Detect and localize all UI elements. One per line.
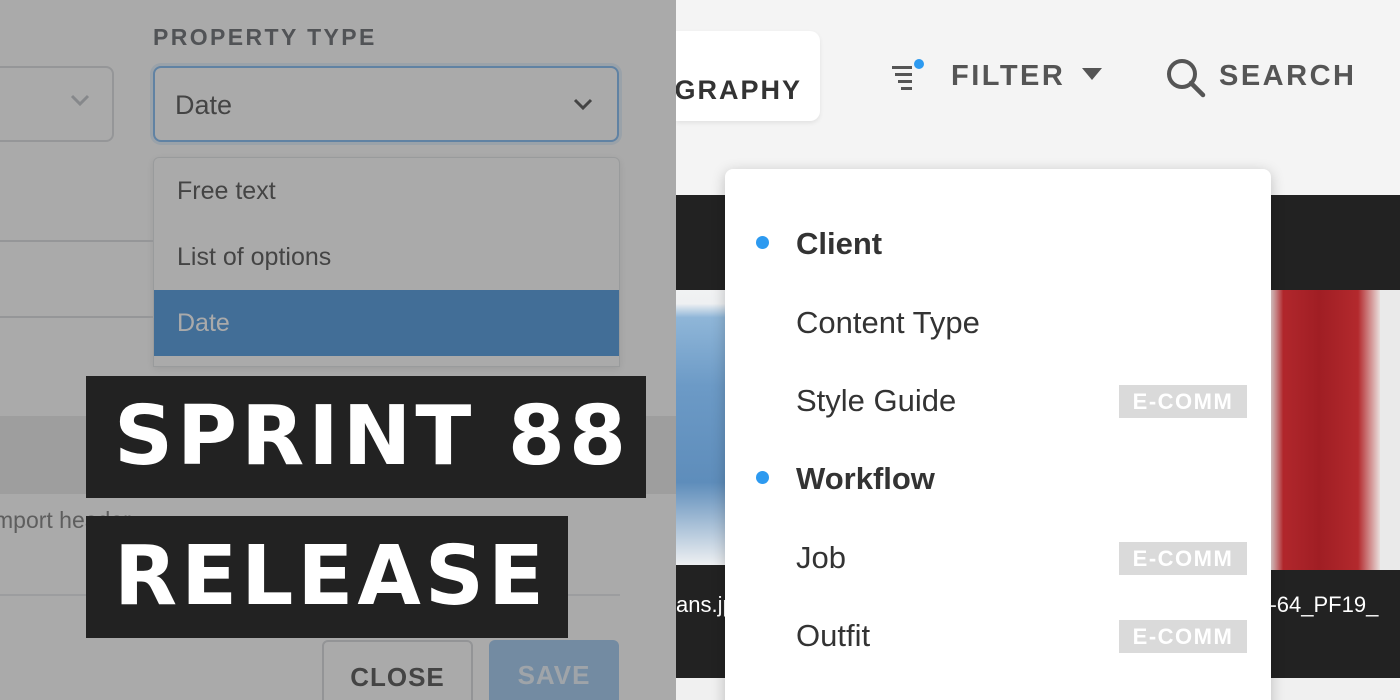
filter-item-label: Content Type <box>796 305 980 340</box>
filter-icon[interactable] <box>890 58 926 94</box>
chevron-down-icon <box>70 94 90 107</box>
tab-photography[interactable]: GRAPHY <box>676 31 820 121</box>
filter-menu: Client Content Type Style Guide E-COMM W… <box>725 169 1271 700</box>
property-type-value: Date <box>175 90 233 120</box>
filter-item-label: Job <box>796 540 846 575</box>
chevron-down-icon <box>573 98 593 111</box>
filter-item-client[interactable]: Client <box>725 212 1271 272</box>
option-date[interactable]: Date <box>154 290 619 356</box>
title-banner-line1: SPRINT 88 <box>86 376 646 498</box>
filter-button-label[interactable]: FILTER <box>951 60 1065 93</box>
save-button[interactable]: SAVE <box>489 640 619 700</box>
thumbnail-caption: V-64_PF19_ <box>1256 592 1379 617</box>
property-type-label: PROPERTY TYPE <box>153 24 377 50</box>
tab-label: GRAPHY <box>676 75 802 105</box>
filter-item-label: Style Guide <box>796 383 957 418</box>
property-type-select[interactable]: Date <box>153 66 619 142</box>
thumbnail-jeans[interactable] <box>676 290 728 565</box>
caret-down-icon[interactable] <box>1082 68 1102 80</box>
filter-item-label: Workflow <box>796 461 935 496</box>
gallery-panel: GRAPHY FILTER SEARCH ans.jp V-64_PF19_ C… <box>676 0 1400 700</box>
filter-item-style-guide[interactable]: Style Guide E-COMM <box>725 369 1271 429</box>
filter-item-job[interactable]: Job E-COMM <box>725 526 1271 586</box>
active-dot-icon <box>756 236 769 249</box>
filter-item-outfit[interactable]: Outfit E-COMM <box>725 604 1271 664</box>
filter-item-label: Client <box>796 226 883 261</box>
field-divider <box>0 240 153 242</box>
active-dot-icon <box>756 471 769 484</box>
property-type-menu: Free text List of options Date <box>153 157 620 367</box>
filter-item-workflow[interactable]: Workflow <box>725 447 1271 507</box>
thumbnail-edge <box>1380 290 1400 570</box>
filter-item-content-type[interactable]: Content Type <box>725 291 1271 351</box>
thumbnail-red-outfit[interactable] <box>1270 290 1380 570</box>
search-icon[interactable] <box>1164 56 1208 100</box>
ecomm-badge: E-COMM <box>1119 385 1247 418</box>
title-banner-line2: RELEASE <box>86 516 568 638</box>
ecomm-badge: E-COMM <box>1119 542 1247 575</box>
ecomm-badge: E-COMM <box>1119 620 1247 653</box>
close-button[interactable]: CLOSE <box>322 640 473 700</box>
option-list-of-options[interactable]: List of options <box>154 224 619 290</box>
previous-select[interactable] <box>0 66 114 142</box>
search-button-label[interactable]: SEARCH <box>1219 60 1356 93</box>
option-free-text[interactable]: Free text <box>154 158 619 224</box>
field-divider <box>0 316 153 318</box>
filter-item-label: Outfit <box>796 618 871 653</box>
